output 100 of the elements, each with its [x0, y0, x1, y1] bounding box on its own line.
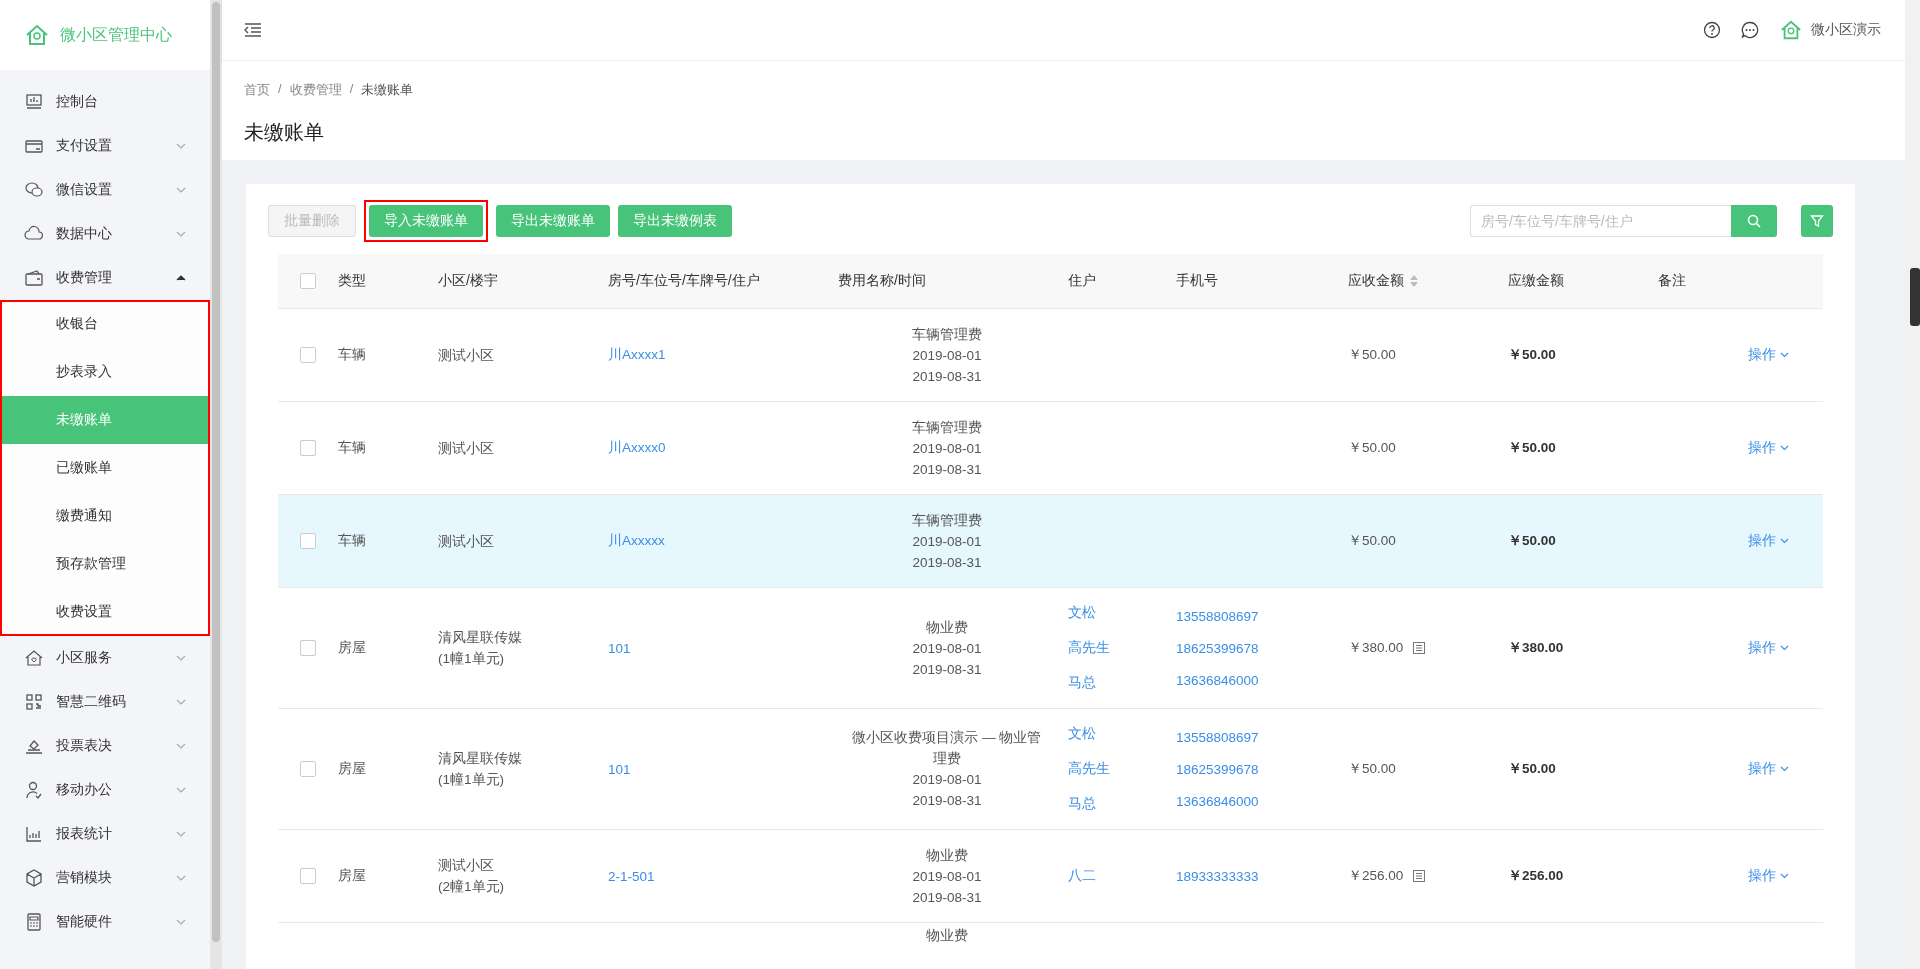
action-dropdown[interactable]: 操作 [1748, 532, 1817, 550]
phone-link[interactable]: 13558808697 [1176, 729, 1336, 745]
resident-link[interactable]: 文松 [1068, 604, 1164, 622]
unit-link[interactable]: 2-1-501 [602, 868, 832, 884]
table-cell-text: ￥256.00 [1507, 867, 1565, 885]
menu-item[interactable]: 移动办公 [0, 768, 210, 812]
caret-icon [176, 653, 186, 663]
table-cell-text: 车辆管理费 2019-08-01 2019-08-31 [911, 325, 983, 386]
caret-icon [1780, 352, 1789, 358]
table-cell-text: 房屋 [337, 639, 367, 657]
resident-link[interactable]: 文松 [1068, 725, 1164, 743]
table-row[interactable]: 房屋 清风星联传媒 (1幢1单元) 101 物业费 2019-08-01 2019-08-31 文松 高先生 马总 13558808697 18625399678 13636846000 ￥380.00 ￥380.00 操作 [278, 588, 1823, 709]
menu-icon [24, 692, 44, 712]
phone-link[interactable]: 13636846000 [1176, 672, 1336, 688]
menu-item[interactable]: 支付设置 [0, 124, 210, 168]
table-cell-text: 微小区收费项目演示 — 物业管理费 2019-08-01 2019-08-31 [851, 729, 1043, 810]
toolbar-button[interactable]: 导入未缴账单 [369, 205, 483, 237]
phone-link[interactable]: 18933333333 [1176, 868, 1336, 884]
action-dropdown[interactable]: 操作 [1748, 639, 1817, 657]
unit-link[interactable]: 川Axxxx0 [602, 439, 832, 457]
caret-icon [176, 917, 186, 927]
submenu-item[interactable]: 收银台 [0, 300, 210, 348]
scrollbar-thumb[interactable] [1910, 268, 1920, 326]
submenu-item[interactable]: 未缴账单 [0, 396, 210, 444]
phone-link[interactable]: 18625399678 [1176, 761, 1336, 777]
column-header[interactable]: 应收金额 [1342, 272, 1502, 290]
phone-link[interactable]: 13636846000 [1176, 793, 1336, 809]
filter-icon [1810, 214, 1824, 228]
help-icon[interactable] [1703, 21, 1721, 39]
detail-icon[interactable] [1413, 642, 1426, 654]
house-avatar-icon[interactable] [1779, 19, 1803, 41]
select-all-checkbox[interactable] [300, 273, 316, 289]
row-checkbox[interactable] [300, 440, 316, 456]
row-checkbox[interactable] [300, 868, 316, 884]
scrollbar-thumb[interactable] [212, 2, 220, 942]
unit-link[interactable]: 川Axxxx1 [602, 346, 832, 364]
menu-item[interactable]: 报表统计 [0, 812, 210, 856]
table-cell: ￥50.00 [1348, 346, 1396, 364]
phone-link[interactable]: 18625399678 [1176, 640, 1336, 656]
row-checkbox[interactable] [300, 533, 316, 549]
menu-item[interactable]: 投票表决 [0, 724, 210, 768]
resident-link[interactable]: 马总 [1068, 795, 1164, 813]
menu-item[interactable]: 智慧二维码 [0, 680, 210, 724]
row-checkbox[interactable] [300, 640, 316, 656]
filter-button[interactable] [1801, 205, 1833, 237]
toolbar-button[interactable]: 导出未缴账单 [496, 205, 610, 237]
menu-item[interactable]: 控制台 [0, 80, 210, 124]
phone-link[interactable]: 13558808697 [1176, 608, 1336, 624]
action-dropdown[interactable]: 操作 [1748, 760, 1817, 778]
user-name[interactable]: 微小区演示 [1811, 21, 1881, 39]
submenu-item[interactable]: 预存款管理 [0, 540, 210, 588]
sort-icon[interactable] [1410, 275, 1418, 288]
unit-link[interactable]: 101 [602, 761, 832, 777]
unit-link[interactable]: 101 [602, 640, 832, 656]
search-button[interactable] [1731, 205, 1777, 237]
menu-icon [24, 780, 44, 800]
menu-item[interactable]: 收费管理 [0, 256, 210, 300]
table-cell-text: 车辆 [337, 346, 367, 364]
column-header: 应缴金额 [1507, 272, 1565, 290]
resident-link[interactable]: 高先生 [1068, 760, 1164, 778]
detail-icon[interactable] [1413, 870, 1426, 882]
table-row[interactable]: 车辆 测试小区 川Axxxxx 车辆管理费 2019-08-01 2019-08-31 ￥50.00 ￥50.00 操作 [278, 495, 1823, 588]
caret-icon [176, 741, 186, 751]
action-dropdown[interactable]: 操作 [1748, 867, 1817, 885]
column-header: 手机号 [1175, 272, 1219, 290]
caret-icon [176, 229, 186, 239]
table-cell-text: 车辆管理费 2019-08-01 2019-08-31 [911, 418, 983, 479]
menu-item[interactable]: 数据中心 [0, 212, 210, 256]
table-row[interactable]: 车辆 测试小区 川Axxxx1 车辆管理费 2019-08-01 2019-08-31 ￥50.00 ￥50.00 操作 [278, 309, 1823, 402]
menu-item[interactable]: 微信设置 [0, 168, 210, 212]
breadcrumb-link[interactable]: 收费管理 [289, 81, 342, 99]
table-cell-text: 测试小区 [437, 346, 495, 365]
unit-link[interactable]: 川Axxxxx [602, 532, 832, 550]
search-field[interactable]: 房号/车位号/车牌号/住户 [1470, 205, 1731, 237]
table-row[interactable]: 房屋 测试小区 (2幢1单元) 2-1-501 物业费 2019-08-01 2019-08-31 八二 18933333333 ￥256.00 ￥256.00 操作 [278, 830, 1823, 923]
table-row[interactable]: 房屋 清风星联传媒 (1幢1单元) 101 微小区收费项目演示 — 物业管理费 2019-08-01 2019-08-31 文松 高先生 马总 13558808697 18625399678 13636846000 ￥50.00 ￥50.00 操作 [278, 709, 1823, 830]
column-header: 房号/车位号/车牌号/住户 [607, 272, 761, 290]
submenu-item[interactable]: 已缴账单 [0, 444, 210, 492]
menu-item[interactable]: 智能硬件 [0, 900, 210, 944]
menu-item[interactable]: 营销模块 [0, 856, 210, 900]
caret-icon [1780, 766, 1789, 772]
menu-collapse-icon[interactable] [244, 22, 262, 38]
resident-link[interactable]: 高先生 [1068, 639, 1164, 657]
caret-icon [1780, 538, 1789, 544]
fee-name: 物业费 [925, 927, 969, 945]
row-checkbox[interactable] [300, 347, 316, 363]
chat-icon[interactable] [1741, 21, 1759, 39]
submenu-item[interactable]: 收费设置 [0, 588, 210, 636]
menu-item[interactable]: 小区服务 [0, 636, 210, 680]
submenu-item[interactable]: 抄表录入 [0, 348, 210, 396]
row-checkbox[interactable] [300, 761, 316, 777]
resident-link[interactable]: 八二 [1068, 867, 1164, 885]
resident-link[interactable]: 马总 [1068, 674, 1164, 692]
toolbar-button[interactable]: 导出未缴例表 [618, 205, 732, 237]
action-dropdown[interactable]: 操作 [1748, 439, 1817, 457]
column-header: 类型 [337, 272, 367, 290]
breadcrumb-link[interactable]: 首页 [244, 81, 270, 99]
action-dropdown[interactable]: 操作 [1748, 346, 1817, 364]
caret-icon [1780, 873, 1789, 879]
submenu-item[interactable]: 缴费通知 [0, 492, 210, 540]
